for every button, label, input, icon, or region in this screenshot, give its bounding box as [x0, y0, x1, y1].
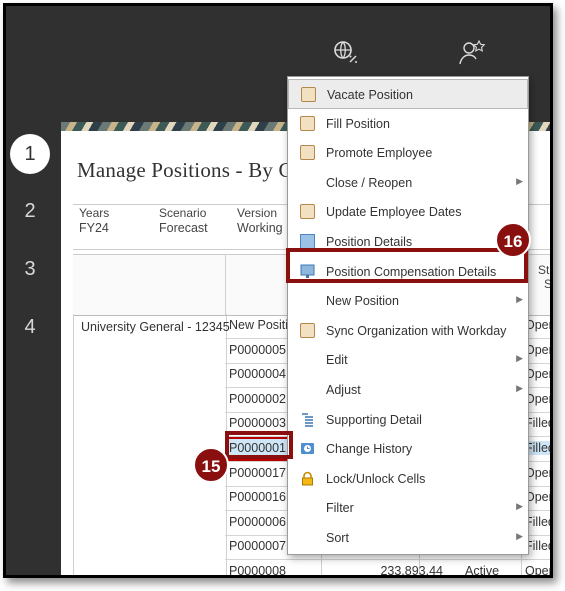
- position-id: P0000016: [229, 490, 287, 505]
- status-value: Oper: [525, 367, 553, 382]
- menu-item-label: Update Employee Dates: [326, 205, 462, 220]
- position-id: P0000002: [229, 391, 287, 406]
- menu-item-label: Close / Reopen: [326, 175, 413, 190]
- pov-scenario[interactable]: Scenario Forecast: [159, 206, 208, 248]
- position-id: P0000006: [229, 514, 287, 529]
- status-value: Filled: [525, 539, 553, 554]
- pov-version[interactable]: Version Working: [237, 206, 283, 248]
- menu-item-edit[interactable]: Edit ▶: [288, 345, 528, 375]
- position-id: New Positio: [229, 318, 295, 332]
- menu-item-supporting-detail[interactable]: Supporting Detail: [288, 405, 528, 435]
- menu-item-label: Adjust: [326, 383, 361, 397]
- row-group-label: University General - 12345: [81, 320, 230, 334]
- menu-item-label: Sort: [326, 531, 349, 545]
- position-id: P0000007: [229, 539, 287, 554]
- menu-item-sort[interactable]: Sort ▶: [288, 523, 528, 553]
- pov-scenario-label: Scenario: [159, 206, 207, 220]
- menu-item-label: Change History: [326, 442, 413, 457]
- menu-item-label: Fill Position: [326, 116, 390, 131]
- menu-item-close-reopen[interactable]: Close / Reopen ▶: [288, 168, 528, 198]
- active-value: Active: [465, 564, 500, 578]
- submenu-arrow-icon: ▶: [516, 383, 523, 393]
- menu-item-update-employee-dates[interactable]: Update Employee Dates: [288, 197, 528, 227]
- user-star-icon[interactable]: [458, 38, 486, 71]
- pov-years-label: Years: [79, 206, 110, 220]
- page-title: Manage Positions - By C: [77, 158, 293, 182]
- position-id: P0000005: [229, 342, 287, 357]
- menu-item-label: Edit: [326, 353, 348, 368]
- form-icon: [300, 145, 315, 161]
- callout-badge-15: 15: [193, 447, 229, 483]
- pov-years[interactable]: Years FY24: [79, 206, 109, 248]
- position-id: P0000008: [229, 564, 287, 578]
- submenu-arrow-icon: ▶: [516, 531, 523, 541]
- status-header-line2: S: [544, 277, 553, 291]
- menu-item-label: Filter: [326, 501, 354, 516]
- menu-item-filter[interactable]: Filter ▶: [288, 493, 528, 523]
- lock-icon: [300, 471, 315, 486]
- menu-item-label: Sync Organization with Workday: [326, 323, 507, 338]
- status-header-line1: St: [538, 263, 550, 277]
- form-icon: [300, 322, 315, 338]
- position-id: P0000003: [229, 416, 287, 431]
- submenu-arrow-icon: ▶: [516, 353, 523, 364]
- status-value: Filled: [525, 416, 553, 431]
- history-icon: [300, 441, 315, 456]
- menu-item-label: New Position: [326, 294, 399, 309]
- callout-box-menu: [286, 248, 528, 283]
- position-id: P0000004: [229, 367, 287, 382]
- menu-item-sync-organization-with-workday[interactable]: Sync Organization with Workday: [288, 316, 528, 346]
- context-menu: Vacate Position Fill Position Promote Empl…: [287, 76, 529, 555]
- submenu-arrow-icon: ▶: [516, 294, 523, 305]
- globe-percent-icon[interactable]: [331, 38, 359, 71]
- form-icon: [301, 87, 316, 102]
- menu-item-fill-position[interactable]: Fill Position: [288, 109, 528, 139]
- status-value: Oper: [525, 342, 553, 357]
- status-value: Oper: [525, 318, 553, 332]
- status-column-header[interactable]: St S: [538, 263, 553, 291]
- menu-item-label: Position Details: [326, 235, 413, 249]
- screenshot-frame: 1 2 3 4 Manage Positions - By C Years FY…: [3, 3, 553, 578]
- step-4[interactable]: 4: [10, 307, 50, 347]
- menu-item-change-history[interactable]: Change History: [288, 434, 528, 464]
- status-value: Oper: [525, 564, 553, 578]
- menu-item-adjust[interactable]: Adjust ▶: [288, 375, 528, 405]
- status-value: Filled: [525, 514, 553, 529]
- step-1[interactable]: 1: [10, 134, 50, 174]
- menu-item-lock-unlock-cells[interactable]: Lock/Unlock Cells: [288, 464, 528, 494]
- callout-box-cell: [225, 431, 293, 459]
- amount-value: 233,893.44: [380, 564, 443, 578]
- menu-item-promote-employee[interactable]: Promote Employee: [288, 138, 528, 168]
- row-group-column: [73, 314, 227, 575]
- pov-years-value: FY24: [79, 221, 109, 235]
- callout-badge-16: 16: [495, 222, 531, 258]
- status-value: Filled: [525, 441, 553, 455]
- menu-item-vacate-position[interactable]: Vacate Position: [288, 79, 528, 109]
- menu-item-label: Supporting Detail: [326, 412, 422, 427]
- menu-item-label: Promote Employee: [326, 146, 433, 161]
- table-row[interactable]: P0000008 233,893.44 Active Oper: [225, 560, 553, 578]
- grid-icon: [300, 234, 315, 249]
- step-3[interactable]: 3: [10, 249, 50, 289]
- submenu-arrow-icon: ▶: [516, 501, 523, 512]
- pov-version-value: Working: [237, 221, 283, 235]
- step-rail: 1 2 3 4: [6, 6, 62, 575]
- pov-scenario-value: Forecast: [159, 221, 208, 235]
- position-id: P0000017: [229, 465, 287, 480]
- supporting-detail-icon: [300, 412, 315, 427]
- status-value: Oper: [525, 391, 553, 406]
- form-icon: [300, 115, 315, 131]
- submenu-arrow-icon: ▶: [516, 175, 523, 186]
- menu-item-new-position[interactable]: New Position ▶: [288, 286, 528, 316]
- form-icon: [300, 204, 315, 220]
- status-value: Oper: [525, 465, 553, 480]
- menu-item-label: Vacate Position: [327, 88, 413, 102]
- menu-item-label: Lock/Unlock Cells: [326, 471, 426, 486]
- step-2[interactable]: 2: [10, 191, 50, 231]
- status-value: Oper: [525, 490, 553, 505]
- pov-version-label: Version: [237, 206, 278, 220]
